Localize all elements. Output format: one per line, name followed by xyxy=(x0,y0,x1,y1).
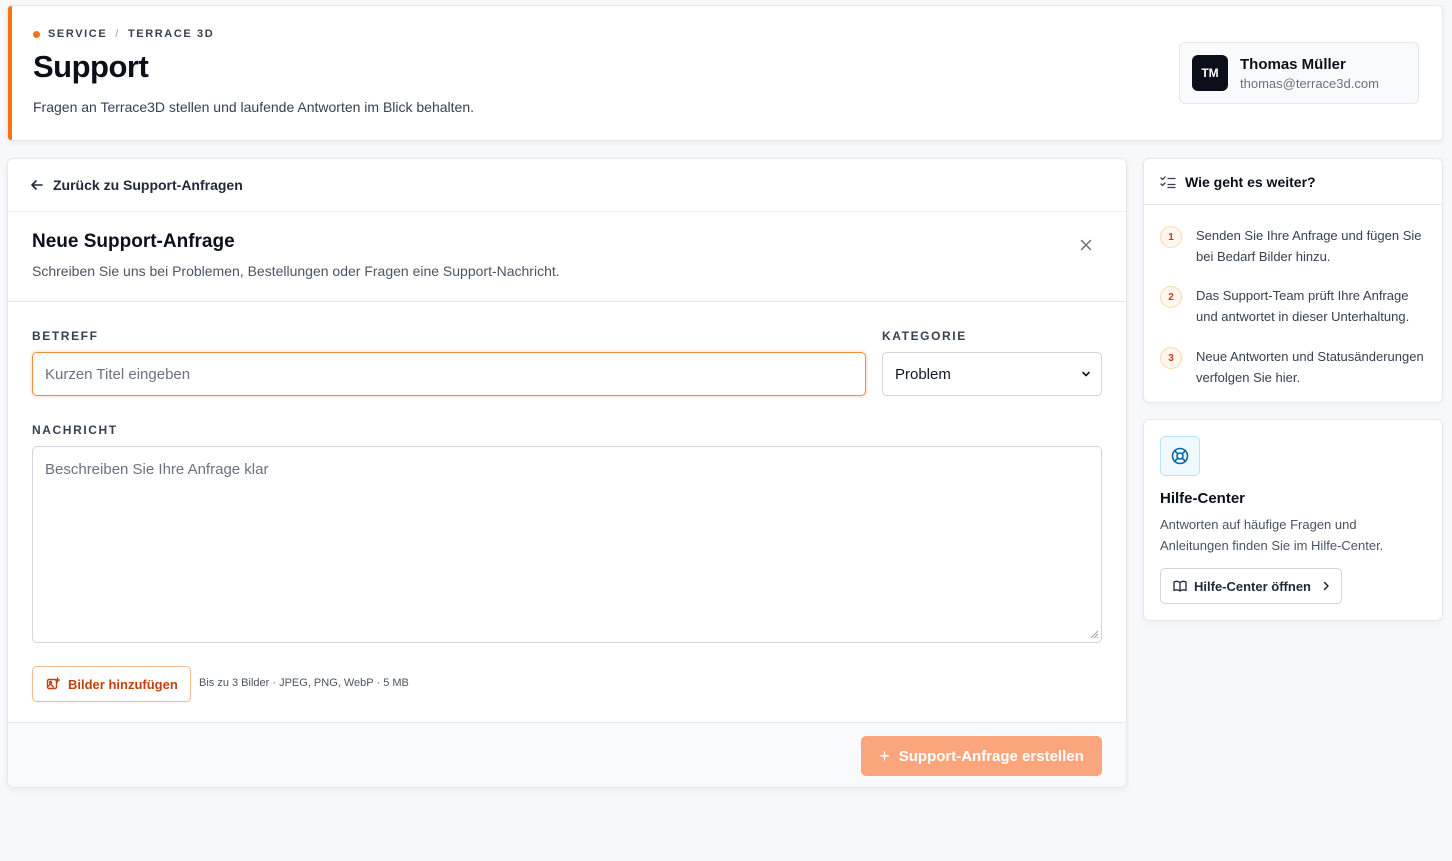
add-images-label: Bilder hinzufügen xyxy=(68,676,178,692)
image-plus-icon xyxy=(46,677,60,690)
page-title: Support xyxy=(33,49,149,84)
resize-handle-icon[interactable] xyxy=(1089,629,1099,639)
plus-icon: + xyxy=(879,746,890,766)
chevron-down-icon xyxy=(1082,371,1090,377)
step-number: 2 xyxy=(1160,286,1182,308)
status-dot-icon xyxy=(33,30,40,38)
support-form-card: Zurück zu Support-Anfragen Neue Support-… xyxy=(7,158,1127,788)
user-email: thomas@terrace3d.com xyxy=(1240,75,1379,91)
next-steps-header: Wie geht es weiter? xyxy=(1144,159,1442,205)
subject-label: BETREFF xyxy=(32,329,99,343)
step-item: 1 Senden Sie Ihre Anfrage und fügen Sie … xyxy=(1160,226,1430,267)
step-item: 3 Neue Antworten und Statusänderungen ve… xyxy=(1160,347,1430,388)
images-hint: Bis zu 3 Bilder · JPEG, PNG, WebP · 5 MB xyxy=(199,677,409,689)
form-description: Schreiben Sie uns bei Problemen, Bestell… xyxy=(32,263,560,279)
step-text: Senden Sie Ihre Anfrage und fügen Sie be… xyxy=(1196,228,1422,264)
message-textarea[interactable] xyxy=(32,446,1102,643)
book-icon xyxy=(1173,580,1187,592)
breadcrumb: SERVICE / TERRACE 3D xyxy=(33,28,214,40)
page-subtitle: Fragen an Terrace3D stellen und laufende… xyxy=(33,99,475,115)
form-title: Neue Support-Anfrage xyxy=(32,231,235,252)
arrow-left-icon xyxy=(31,180,43,190)
chevron-right-icon xyxy=(1323,581,1329,591)
help-center-title: Hilfe-Center xyxy=(1160,490,1246,507)
user-name: Thomas Müller xyxy=(1240,55,1346,73)
checklist-icon xyxy=(1160,175,1176,188)
create-request-button[interactable]: + Support-Anfrage erstellen xyxy=(861,736,1102,776)
avatar: TM xyxy=(1192,55,1228,91)
breadcrumb-item-terrace3d[interactable]: TERRACE 3D xyxy=(128,28,214,40)
add-images-button[interactable]: Bilder hinzufügen xyxy=(32,666,191,702)
next-steps-title: Wie geht es weiter? xyxy=(1185,173,1316,190)
close-icon[interactable] xyxy=(1078,237,1094,253)
create-request-label: Support-Anfrage erstellen xyxy=(898,747,1084,765)
breadcrumb-separator: / xyxy=(115,28,120,40)
back-link-label: Zurück zu Support-Anfragen xyxy=(53,177,243,193)
form-footer: + Support-Anfrage erstellen xyxy=(8,722,1126,787)
page-header: SERVICE / TERRACE 3D Support Fragen an T… xyxy=(7,5,1443,141)
lifebuoy-icon xyxy=(1160,436,1200,476)
step-number: 3 xyxy=(1160,347,1182,369)
category-selected-value: Problem xyxy=(895,365,951,383)
open-help-center-label: Hilfe-Center öffnen xyxy=(1194,578,1311,594)
header-accent-bar xyxy=(8,6,12,140)
step-number: 1 xyxy=(1160,226,1182,248)
next-steps-card: Wie geht es weiter? 1 Senden Sie Ihre An… xyxy=(1143,158,1443,403)
user-card[interactable]: TM Thomas Müller thomas@terrace3d.com xyxy=(1179,42,1419,104)
step-text: Neue Antworten und Statusänderungen verf… xyxy=(1196,349,1424,385)
help-center-description: Antworten auf häufige Fragen und Anleitu… xyxy=(1160,517,1384,553)
form-header: Neue Support-Anfrage Schreiben Sie uns b… xyxy=(8,212,1126,302)
open-help-center-button[interactable]: Hilfe-Center öffnen xyxy=(1160,568,1342,604)
category-select[interactable]: Problem xyxy=(882,352,1102,396)
step-item: 2 Das Support-Team prüft Ihre Anfrage un… xyxy=(1160,286,1430,327)
help-center-card: Hilfe-Center Antworten auf häufige Frage… xyxy=(1143,419,1443,621)
category-label: KATEGORIE xyxy=(882,329,967,343)
step-text: Das Support-Team prüft Ihre Anfrage und … xyxy=(1196,288,1410,324)
back-link[interactable]: Zurück zu Support-Anfragen xyxy=(8,159,1126,212)
subject-input[interactable] xyxy=(32,352,866,396)
message-label: NACHRICHT xyxy=(32,423,118,437)
breadcrumb-item-service[interactable]: SERVICE xyxy=(48,28,107,40)
